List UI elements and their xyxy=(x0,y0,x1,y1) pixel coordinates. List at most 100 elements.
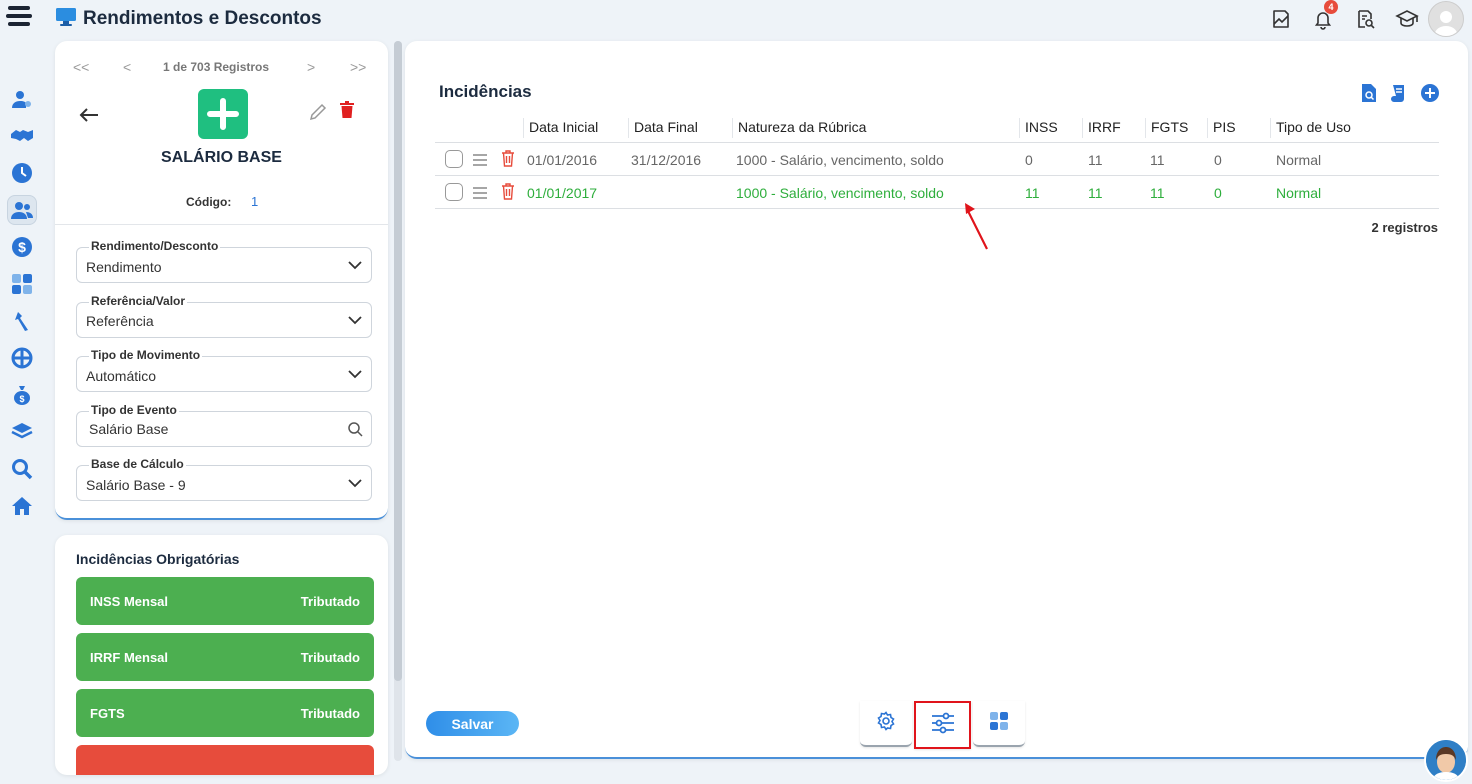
trash-icon[interactable] xyxy=(501,183,515,203)
sidebar-item-home[interactable] xyxy=(0,487,44,524)
sidebar-item-moneybag[interactable]: $ xyxy=(0,376,44,413)
record-title: SALÁRIO BASE xyxy=(161,149,282,166)
top-actions: 4 xyxy=(1260,0,1472,38)
incidencia-item[interactable]: INSS Mensal Tributado xyxy=(76,577,374,625)
cell-data-final: 31/12/2016 xyxy=(631,152,702,168)
chevron-down-icon xyxy=(347,475,363,496)
drag-handle-icon[interactable] xyxy=(473,153,487,169)
cell-pis: 0 xyxy=(1214,185,1222,201)
user-gear-icon xyxy=(12,90,31,108)
field-label: Tipo de Movimento xyxy=(89,348,203,362)
clock-icon xyxy=(12,162,32,183)
scroll-document-icon[interactable] xyxy=(1390,83,1408,108)
incidencia-item[interactable]: IRRF Mensal Tributado xyxy=(76,633,374,681)
svg-text:$: $ xyxy=(18,239,26,255)
scroll-thumb[interactable] xyxy=(394,41,402,681)
cell-data-inicial: 01/01/2017 xyxy=(527,185,598,201)
sidebar-item-network[interactable] xyxy=(0,339,44,376)
column-header[interactable]: Tipo de Uso xyxy=(1270,118,1351,138)
sidebar-item-clock[interactable] xyxy=(0,154,44,191)
tools-icon xyxy=(15,311,28,331)
chevron-down-icon xyxy=(347,312,363,333)
column-header[interactable]: Natureza da Rúbrica xyxy=(732,118,866,138)
cell-data-inicial: 01/01/2016 xyxy=(527,152,598,168)
column-header[interactable]: Data Final xyxy=(628,118,698,138)
table-row[interactable]: 01/01/2016 31/12/2016 1000 - Salário, ve… xyxy=(435,143,1439,176)
user-avatar[interactable] xyxy=(1428,1,1464,37)
report-search-icon[interactable] xyxy=(1344,0,1386,38)
incidencia-item[interactable]: FGTS Tributado xyxy=(76,689,374,737)
notes-icon[interactable] xyxy=(1260,0,1302,38)
sidebar-item-layers[interactable] xyxy=(0,413,44,450)
left-scrollbar[interactable] xyxy=(394,41,402,761)
row-checkbox[interactable] xyxy=(445,150,463,168)
referencia-valor-select[interactable]: Referência/Valor Referência xyxy=(76,294,372,338)
tab-filters[interactable] xyxy=(914,701,971,749)
record-card: << < 1 de 703 Registros > >> SALÁRIO BAS… xyxy=(55,41,388,520)
search-icon[interactable] xyxy=(347,421,363,442)
column-header[interactable]: IRRF xyxy=(1082,118,1121,138)
menu-icon[interactable] xyxy=(6,6,32,32)
row-checkbox[interactable] xyxy=(445,183,463,201)
pager-next-button[interactable]: > xyxy=(307,59,315,75)
incidencia-item-partial[interactable] xyxy=(76,745,374,775)
sidebar-item-user-settings[interactable] xyxy=(0,80,44,117)
record-count: 2 registros xyxy=(1371,220,1438,235)
base-calculo-select[interactable]: Base de Cálculo Salário Base - 9 xyxy=(76,457,372,501)
column-header[interactable]: Data Inicial xyxy=(523,118,598,138)
codigo-label: Código: xyxy=(186,195,232,209)
pager-first-button[interactable]: << xyxy=(73,59,89,75)
gear-icon xyxy=(876,710,896,736)
document-search-icon[interactable] xyxy=(1360,83,1378,108)
column-header[interactable]: PIS xyxy=(1207,118,1236,138)
pager-prev-button[interactable]: < xyxy=(123,59,131,75)
top-bar: Rendimentos e Descontos 4 xyxy=(0,0,1472,38)
sidebar-item-search[interactable] xyxy=(0,450,44,487)
section-title: Incidências Obrigatórias xyxy=(76,551,240,567)
sidebar-item-money[interactable]: $ xyxy=(0,228,44,265)
column-header[interactable]: FGTS xyxy=(1145,118,1188,138)
edit-icon[interactable] xyxy=(309,103,327,126)
sidebar-item-tools[interactable] xyxy=(0,302,44,339)
svg-text:$: $ xyxy=(19,394,24,404)
sidebar-nav: $ $ xyxy=(0,80,44,524)
add-circle-icon[interactable] xyxy=(1420,83,1440,108)
save-button[interactable]: Salvar xyxy=(426,711,519,736)
table-row[interactable]: 01/01/2017 1000 - Salário, vencimento, s… xyxy=(435,176,1439,209)
dollar-icon: $ xyxy=(12,236,32,257)
tipo-evento-search[interactable]: Tipo de Evento Salário Base xyxy=(76,403,372,447)
sidebar-item-people[interactable] xyxy=(0,191,44,228)
tipo-movimento-select[interactable]: Tipo de Movimento Automático xyxy=(76,348,372,392)
incidencia-status: Tributado xyxy=(300,705,360,721)
sidebar-item-calculator[interactable] xyxy=(0,265,44,302)
layers-icon xyxy=(11,422,33,438)
graduation-cap-icon[interactable] xyxy=(1386,0,1428,38)
pager-last-button[interactable]: >> xyxy=(350,59,366,75)
trash-icon[interactable] xyxy=(339,101,355,124)
search-icon xyxy=(12,458,33,479)
incidencias-table: Data Inicial Data Final Natureza da Rúbr… xyxy=(435,113,1439,209)
tab-calculator[interactable] xyxy=(973,701,1025,747)
incidencia-name: IRRF Mensal xyxy=(90,649,169,665)
tab-settings[interactable] xyxy=(860,701,912,747)
incidencias-obrigatorias-card: Incidências Obrigatórias INSS Mensal Tri… xyxy=(55,535,388,775)
home-icon xyxy=(12,496,32,515)
back-arrow-icon[interactable] xyxy=(79,107,99,128)
trash-icon[interactable] xyxy=(501,150,515,170)
column-header[interactable]: INSS xyxy=(1019,118,1058,138)
bell-icon[interactable]: 4 xyxy=(1302,0,1344,38)
incidencia-status: Tributado xyxy=(300,593,360,609)
sidebar-item-handshake[interactable] xyxy=(0,117,44,154)
assistant-avatar[interactable] xyxy=(1424,738,1468,782)
people-icon xyxy=(11,201,33,219)
field-label: Base de Cálculo xyxy=(89,457,186,471)
annotation-arrow-icon xyxy=(962,185,992,256)
bottom-tabs xyxy=(860,701,1025,749)
calculator-icon xyxy=(12,273,32,294)
monitor-icon xyxy=(55,6,77,31)
drag-handle-icon[interactable] xyxy=(473,186,487,202)
calculator-icon xyxy=(989,711,1009,736)
rendimento-desconto-select[interactable]: Rendimento/Desconto Rendimento xyxy=(76,239,372,283)
sliders-icon xyxy=(931,712,955,739)
field-label: Tipo de Evento xyxy=(89,403,179,417)
